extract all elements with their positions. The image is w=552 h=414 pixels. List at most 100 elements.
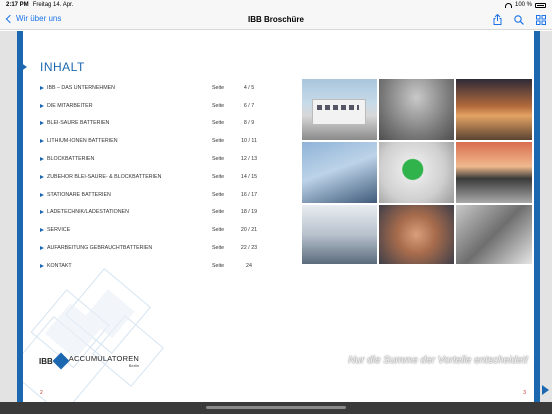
toc-item-pages: 12 / 13 xyxy=(240,156,258,163)
toc-item-seite: Seite xyxy=(212,245,225,252)
toc-item-pages: 14 / 15 xyxy=(240,173,258,180)
status-bar: 2:17 PM Freitag 14. Apr. 100 % xyxy=(0,0,552,11)
table-of-contents: IBB – DAS UNTERNEHMEN Seite 4 / 5 DIE MI… xyxy=(40,79,270,275)
toc-item-seite: Seite xyxy=(212,191,225,198)
toc-item[interactable]: IBB – DAS UNTERNEHMEN Seite 4 / 5 xyxy=(40,79,270,97)
status-date: Freitag 14. Apr. xyxy=(32,2,74,8)
toc-item-pages: 16 / 17 xyxy=(240,191,258,198)
toc-item-label: ZUBEHÖR BLEI-SÄURE- & BLOCKBATTERIEN xyxy=(47,173,162,180)
toc-item-label: AUFARBEITUNG GEBRAUCHTBATTERIEN xyxy=(47,245,153,252)
navigation-bar: Wir über uns IBB Broschüre xyxy=(0,11,552,30)
toc-item-seite: Seite xyxy=(212,209,225,216)
toc-item-label: DIE MITARBEITER xyxy=(47,102,93,109)
grid-button[interactable] xyxy=(536,14,546,25)
page-number-left: 2 xyxy=(40,390,43,396)
logo-name: ACCUMULATOREN xyxy=(68,354,140,363)
arrow-right-icon xyxy=(40,210,44,215)
chargers-photo xyxy=(302,205,377,264)
toc-item-label: IBB – DAS UNTERNEHMEN xyxy=(47,84,115,91)
toc-item[interactable]: DIE MITARBEITER Seite 6 / 7 xyxy=(40,97,270,115)
toc-item-pages: 24 xyxy=(246,262,252,269)
arrow-right-icon xyxy=(40,121,44,126)
photo-grid xyxy=(302,79,532,264)
battery-icon xyxy=(535,2,546,8)
arrow-right-icon xyxy=(40,139,44,144)
share-icon xyxy=(493,14,502,25)
toc-item[interactable]: KONTAKT Seite 24 xyxy=(40,257,270,275)
arrow-right-icon xyxy=(40,228,44,233)
back-label: Wir über uns xyxy=(16,14,62,23)
page-edge-left xyxy=(0,31,17,402)
document-viewer[interactable]: INHALT IBB – DAS UNTERNEHMEN Seite 4 / 5… xyxy=(0,31,552,402)
building-photo xyxy=(302,79,377,140)
page-number-right: 3 xyxy=(523,390,526,396)
toc-item-label: KONTAKT xyxy=(47,262,72,269)
toc-item-seite: Seite xyxy=(212,120,225,127)
toc-item[interactable]: BLEI-SÄURE BATTERIEN Seite 8 / 9 xyxy=(40,115,270,133)
toc-item[interactable]: SERVICE Seite 20 / 21 xyxy=(40,221,270,239)
toc-item-pages: 20 / 21 xyxy=(240,227,258,234)
toc-item-seite: Seite xyxy=(212,227,225,234)
wifi-icon xyxy=(504,2,512,8)
toc-item-seite: Seite xyxy=(212,156,225,163)
brochure-page: INHALT IBB – DAS UNTERNEHMEN Seite 4 / 5… xyxy=(23,31,534,402)
toc-item-pages: 18 / 19 xyxy=(240,209,258,216)
page-edge-right xyxy=(540,31,552,402)
status-time: 2:17 PM xyxy=(6,2,29,8)
search-button[interactable] xyxy=(514,14,524,25)
nav-title: IBB Broschüre xyxy=(247,15,304,24)
toc-item-seite: Seite xyxy=(212,102,225,109)
next-page-arrow-icon[interactable] xyxy=(542,385,549,395)
toc-item[interactable]: AUFARBEITUNG GEBRAUCHTBATTERIEN Seite 22… xyxy=(40,239,270,257)
grid-icon xyxy=(536,14,546,25)
logo-diamond-icon xyxy=(52,352,70,370)
search-icon xyxy=(514,14,524,25)
app-window: 2:17 PM Freitag 14. Apr. 100 % Wir über … xyxy=(0,0,552,414)
toc-item-label: BLOCKBATTERIEN xyxy=(47,156,95,163)
pylon-photo xyxy=(456,142,532,203)
arrow-right-icon xyxy=(40,263,44,268)
runner-sunset-photo xyxy=(456,79,532,140)
toc-item-seite: Seite xyxy=(212,173,225,180)
toc-item[interactable]: STATIONÄRE BATTERIEN Seite 16 / 17 xyxy=(40,186,270,204)
toc-item-label: SERVICE xyxy=(47,227,71,234)
toc-item-pages: 6 / 7 xyxy=(243,102,255,109)
heading-marker-arrow-icon xyxy=(23,60,27,74)
arrow-right-icon xyxy=(40,85,44,90)
toc-item[interactable]: LITHIUM-IONEN BATTERIEN Seite 10 / 11 xyxy=(40,132,270,150)
arrow-right-icon xyxy=(40,103,44,108)
toc-item-label: LITHIUM-IONEN BATTERIEN xyxy=(47,138,118,145)
back-button[interactable]: Wir über uns xyxy=(5,14,61,23)
toc-item-pages: 4 / 5 xyxy=(243,84,255,91)
share-button[interactable] xyxy=(493,14,502,25)
climber-photo xyxy=(302,142,377,203)
arrow-right-icon xyxy=(40,246,44,251)
toc-item-label: STATIONÄRE BATTERIEN xyxy=(47,191,111,198)
toc-item-label: BLEI-SÄURE BATTERIEN xyxy=(47,120,110,127)
chevron-left-icon xyxy=(5,14,15,23)
company-logo: IBB ACCUMULATOREN Berlin xyxy=(39,352,140,370)
runner-photo xyxy=(379,79,454,140)
toc-item-seite: Seite xyxy=(212,262,225,269)
page-heading: INHALT xyxy=(40,60,85,74)
toc-item-seite: Seite xyxy=(212,84,225,91)
slogan: Nur die Summe der Vorteile entscheidet! xyxy=(348,355,528,366)
toc-item-seite: Seite xyxy=(212,138,225,145)
toc-item-pages: 22 / 23 xyxy=(240,245,258,252)
toc-item-label: LADETECHNIK/LADESTATIONEN xyxy=(47,209,129,216)
logo-city: Berlin xyxy=(128,363,140,368)
plug-photo xyxy=(379,142,454,203)
toc-item-pages: 8 / 9 xyxy=(243,120,255,127)
battery-cells-photo xyxy=(456,205,532,264)
toc-item-pages: 10 / 11 xyxy=(241,138,257,145)
toc-item[interactable]: ZUBEHÖR BLEI-SÄURE- & BLOCKBATTERIEN Sei… xyxy=(40,168,270,186)
toc-item[interactable]: BLOCKBATTERIEN Seite 12 / 13 xyxy=(40,150,270,168)
home-indicator[interactable] xyxy=(206,406,346,409)
hands-photo xyxy=(379,205,454,264)
arrow-right-icon xyxy=(40,157,44,162)
arrow-right-icon xyxy=(40,174,44,179)
logo-ibb: IBB xyxy=(39,356,53,366)
decorative-squares xyxy=(23,268,164,402)
battery-percent: 100 % xyxy=(514,2,532,8)
toc-item[interactable]: LADETECHNIK/LADESTATIONEN Seite 18 / 19 xyxy=(40,204,270,222)
